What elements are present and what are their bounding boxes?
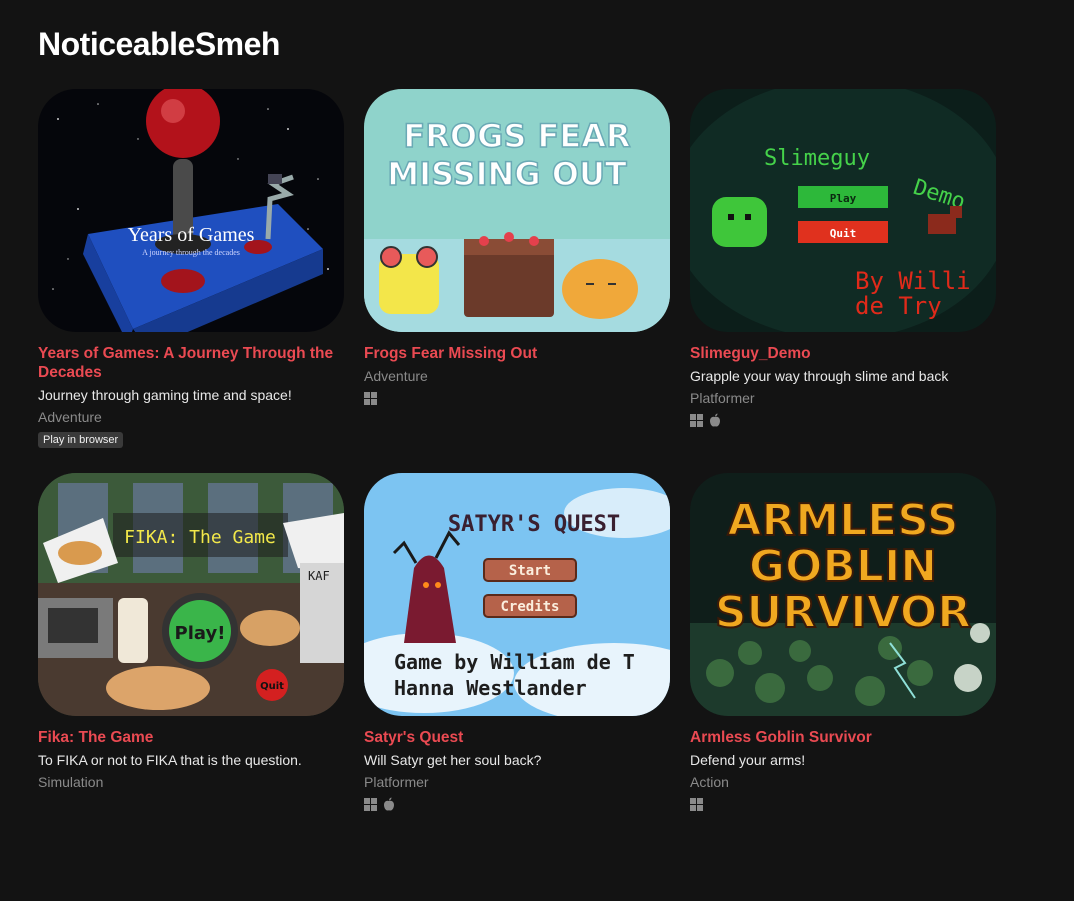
game-card: Years of Games A journey through the dec… [38,89,344,473]
svg-text:Quit: Quit [830,227,857,240]
apple-icon [710,413,720,427]
game-description: Will Satyr get her soul back? [364,752,542,768]
game-description: To FIKA or not to FIKA that is the quest… [38,752,302,768]
svg-text:de Try: de Try [855,292,942,320]
svg-text:Play!: Play! [175,623,226,644]
svg-text:Years of Games: Years of Games [128,224,255,246]
game-card: ARMLESS GOBLIN SURVIVOR Armless Goblin S… [690,473,996,813]
svg-text:Quit: Quit [260,681,284,692]
page-title: NoticeableSmeh [38,26,280,62]
svg-text:SURVIVOR: SURVIVOR [715,587,971,638]
windows-icon [690,797,703,811]
game-grid: Years of Games A journey through the dec… [38,89,996,813]
game-description: Defend your arms! [690,752,806,768]
game-title-link[interactable]: Years of Games: A Journey Through the De… [38,344,344,382]
play-in-browser-badge: Play in browser [38,432,124,448]
svg-text:FIKA: The Game: FIKA: The Game [124,527,276,548]
svg-text:Play: Play [830,192,857,205]
game-genre: Action [690,774,729,790]
game-description: Journey through gaming time and space! [38,387,292,403]
windows-icon [364,797,377,811]
apple-icon [384,797,394,811]
thumbnail-image: SATYR'S QUEST Start Credits Game by Will… [364,473,670,716]
svg-text:GOBLIN: GOBLIN [749,541,937,592]
platform-list [364,391,670,405]
svg-text:By Willi: By Willi [855,267,971,295]
game-thumbnail[interactable]: FIKA: The Game Play! KAF Quit [38,473,344,716]
game-card: FROGS FEAR MISSING OUT Frogs Fear Missin… [364,89,670,473]
game-genre: Platformer [690,390,755,406]
game-genre: Platformer [364,774,429,790]
svg-text:SATYR'S QUEST: SATYR'S QUEST [448,512,620,537]
platform-list [690,413,996,427]
game-genre: Simulation [38,774,104,790]
game-thumbnail[interactable]: Slimeguy Demo Play Quit By Willi de Try [690,89,996,332]
game-card: FIKA: The Game Play! KAF Quit Fika: The … [38,473,344,813]
game-title-link[interactable]: Slimeguy_Demo [690,344,996,363]
game-thumbnail[interactable]: ARMLESS GOBLIN SURVIVOR [690,473,996,716]
svg-text:Hanna Westlander: Hanna Westlander [394,676,587,700]
game-title-link[interactable]: Armless Goblin Survivor [690,728,996,747]
svg-text:Slimeguy: Slimeguy [764,146,870,171]
game-genre: Adventure [38,409,102,425]
thumbnail-image: Slimeguy Demo Play Quit By Willi de Try [690,89,996,332]
windows-icon [364,391,377,405]
thumbnail-image: ARMLESS GOBLIN SURVIVOR [690,473,996,716]
platform-list [364,797,670,811]
windows-icon [690,413,703,427]
svg-text:Game by William de T: Game by William de T [394,650,635,674]
svg-text:KAF: KAF [308,569,330,583]
svg-text:Credits: Credits [500,599,559,615]
game-genre: Adventure [364,368,428,384]
platform-list [690,797,996,811]
game-title-link[interactable]: Satyr's Quest [364,728,670,747]
game-title-link[interactable]: Frogs Fear Missing Out [364,344,670,363]
game-thumbnail[interactable]: SATYR'S QUEST Start Credits Game by Will… [364,473,670,716]
svg-text:MISSING OUT: MISSING OUT [387,155,627,193]
svg-text:FROGS FEAR: FROGS FEAR [403,117,630,155]
game-title-link[interactable]: Fika: The Game [38,728,344,747]
game-thumbnail[interactable]: FROGS FEAR MISSING OUT [364,89,670,332]
game-card: SATYR'S QUEST Start Credits Game by Will… [364,473,670,813]
svg-text:Start: Start [509,563,551,579]
thumbnail-image: Years of Games A journey through the dec… [38,89,344,332]
game-thumbnail[interactable]: Years of Games A journey through the dec… [38,89,344,332]
svg-text:A journey through the decades: A journey through the decades [142,248,240,257]
thumbnail-image: FROGS FEAR MISSING OUT [364,89,670,332]
game-description: Grapple your way through slime and back [690,368,949,384]
thumbnail-image: FIKA: The Game Play! KAF Quit [38,473,344,716]
game-card: Slimeguy Demo Play Quit By Willi de Try … [690,89,996,473]
svg-text:ARMLESS: ARMLESS [727,495,958,546]
